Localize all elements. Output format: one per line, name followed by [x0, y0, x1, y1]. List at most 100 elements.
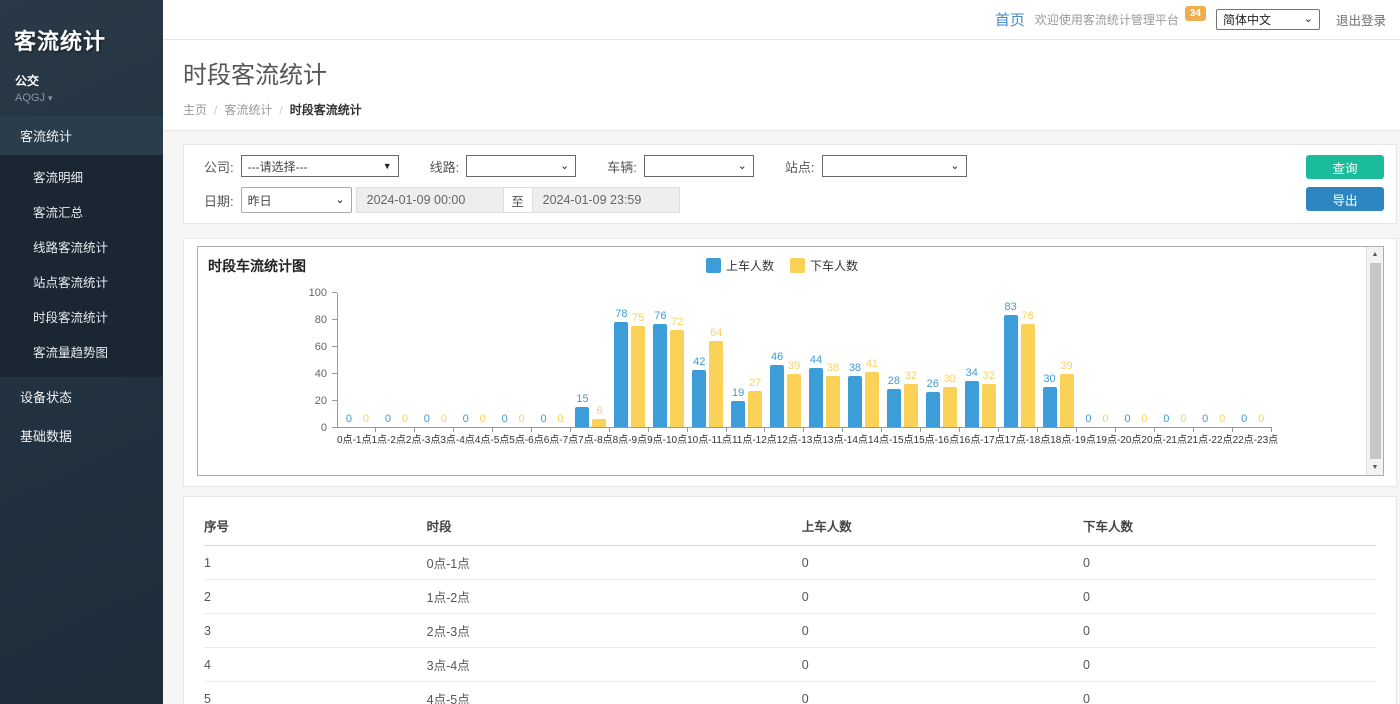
sidebar-submenu: 客流明细客流汇总线路客流统计站点客流统计时段客流统计客流量趋势图	[0, 155, 163, 377]
scrollbar-thumb[interactable]	[1370, 263, 1381, 459]
vertical-scrollbar[interactable]: ▲ ▼	[1366, 247, 1383, 475]
chevron-down-icon: ⌄	[738, 161, 747, 172]
bar[interactable]	[614, 322, 628, 427]
bar[interactable]	[631, 326, 645, 427]
notification-badge[interactable]: 34	[1185, 6, 1206, 21]
table-row: 21点-2点00	[204, 580, 1376, 614]
bar-column: 39	[787, 293, 801, 427]
filter-row-2: 日期: 昨日⌄ 2024-01-09 00:00 至 2024-01-09 23…	[204, 187, 1386, 213]
sidebar-item[interactable]: 线路客流统计	[0, 229, 163, 264]
page-title: 时段客流统计	[183, 55, 1380, 90]
bar-column: 32	[982, 293, 996, 427]
bar[interactable]	[809, 368, 823, 427]
bar[interactable]	[1043, 387, 1057, 428]
bar[interactable]	[748, 391, 762, 427]
search-button[interactable]: 查询	[1306, 155, 1384, 179]
breadcrumb-item[interactable]: 客流统计	[224, 103, 272, 117]
bar-value-label: 0	[463, 414, 469, 425]
bar[interactable]	[670, 330, 684, 427]
bar-column: 0	[342, 293, 356, 427]
bar-value-label: 0	[1258, 414, 1264, 425]
station-select[interactable]: ⌄	[822, 155, 967, 177]
x-axis-label: 17点-18点	[1005, 434, 1051, 447]
bar-value-label: 39	[788, 361, 800, 372]
x-axis-tick	[727, 428, 766, 432]
date-to-input[interactable]: 2024-01-09 23:59	[532, 187, 680, 213]
bar[interactable]	[787, 374, 801, 427]
content: 公司: ---请选择---▼ 线路: ⌄ 车辆: ⌄ 站点: ⌄ 日期: 昨日⌄…	[163, 131, 1400, 704]
bar-group: 00	[416, 293, 455, 427]
sidebar-section-2[interactable]: 基础数据	[0, 416, 163, 455]
bar[interactable]	[826, 376, 840, 427]
bar-value-label: 26	[927, 379, 939, 390]
bar[interactable]	[575, 407, 589, 427]
org-code-dropdown[interactable]: AQGJ▾	[0, 89, 163, 116]
date-preset-select[interactable]: 昨日⌄	[241, 187, 352, 213]
scroll-up-icon[interactable]: ▲	[1372, 247, 1379, 262]
sidebar-item[interactable]: 客流明细	[0, 159, 163, 194]
bar-value-label: 0	[385, 414, 391, 425]
bar[interactable]	[887, 389, 901, 427]
bar-group: 4438	[805, 293, 844, 427]
bar-column: 30	[1043, 293, 1057, 427]
bar[interactable]	[770, 365, 784, 427]
bar-value-label: 34	[966, 368, 978, 379]
bar[interactable]	[653, 324, 667, 427]
bar-value-label: 30	[944, 374, 956, 385]
bar-column: 76	[653, 293, 667, 427]
company-select[interactable]: ---请选择---▼	[241, 155, 399, 177]
sidebar-section-0[interactable]: 客流统计	[0, 116, 163, 155]
bar-column: 0	[398, 293, 412, 427]
bar-value-label: 27	[749, 378, 761, 389]
x-axis-tick	[571, 428, 610, 432]
x-axis-label: 9点-10点	[647, 434, 687, 447]
bar[interactable]	[1060, 374, 1074, 427]
y-axis: 020406080100	[292, 293, 337, 428]
sidebar-item[interactable]: 站点客流统计	[0, 264, 163, 299]
bar[interactable]	[926, 392, 940, 427]
table-cell: 0	[802, 648, 1083, 682]
bar-column: 0	[1098, 293, 1112, 427]
language-select[interactable]: 简体中文⌄	[1216, 9, 1320, 30]
bar[interactable]	[848, 376, 862, 427]
bar-group: 1927	[727, 293, 766, 427]
bar[interactable]	[592, 419, 606, 427]
bar-column: 38	[826, 293, 840, 427]
bar-value-label: 19	[732, 388, 744, 399]
bar[interactable]	[943, 387, 957, 428]
sidebar-item[interactable]: 时段客流统计	[0, 299, 163, 334]
sidebar-item[interactable]: 客流量趋势图	[0, 334, 163, 369]
y-axis-tick	[332, 346, 337, 347]
bar[interactable]	[1004, 315, 1018, 427]
legend-item[interactable]: 上车人数	[706, 257, 774, 274]
table-cell: 0	[1083, 546, 1376, 580]
bar-value-label: 0	[541, 414, 547, 425]
sidebar-section-1[interactable]: 设备状态	[0, 377, 163, 416]
legend-swatch-icon	[790, 258, 805, 273]
bar[interactable]	[731, 401, 745, 427]
bar[interactable]	[1021, 324, 1035, 427]
export-button[interactable]: 导出	[1306, 187, 1384, 211]
home-link[interactable]: 首页	[995, 9, 1025, 30]
bar[interactable]	[692, 370, 706, 427]
bar[interactable]	[982, 384, 996, 427]
logout-link[interactable]: 退出登录	[1336, 10, 1386, 29]
sidebar-item[interactable]: 客流汇总	[0, 194, 163, 229]
date-from-input[interactable]: 2024-01-09 00:00	[356, 187, 504, 213]
filter-row-1: 公司: ---请选择---▼ 线路: ⌄ 车辆: ⌄ 站点: ⌄	[204, 155, 1386, 177]
bar-group: 3841	[844, 293, 883, 427]
bar[interactable]	[904, 384, 918, 427]
bar-column: 38	[848, 293, 862, 427]
legend-item[interactable]: 下车人数	[790, 257, 858, 274]
x-axis-tick	[1077, 428, 1116, 432]
column-header: 上车人数	[802, 505, 1083, 546]
bar[interactable]	[709, 341, 723, 427]
bar-column: 0	[1159, 293, 1173, 427]
line-select[interactable]: ⌄	[466, 155, 576, 177]
chevron-down-icon: ⌄	[560, 161, 569, 172]
bar[interactable]	[965, 381, 979, 427]
breadcrumb-item[interactable]: 主页	[183, 103, 207, 117]
scroll-down-icon[interactable]: ▼	[1372, 460, 1379, 475]
bar[interactable]	[865, 372, 879, 427]
vehicle-select[interactable]: ⌄	[644, 155, 754, 177]
